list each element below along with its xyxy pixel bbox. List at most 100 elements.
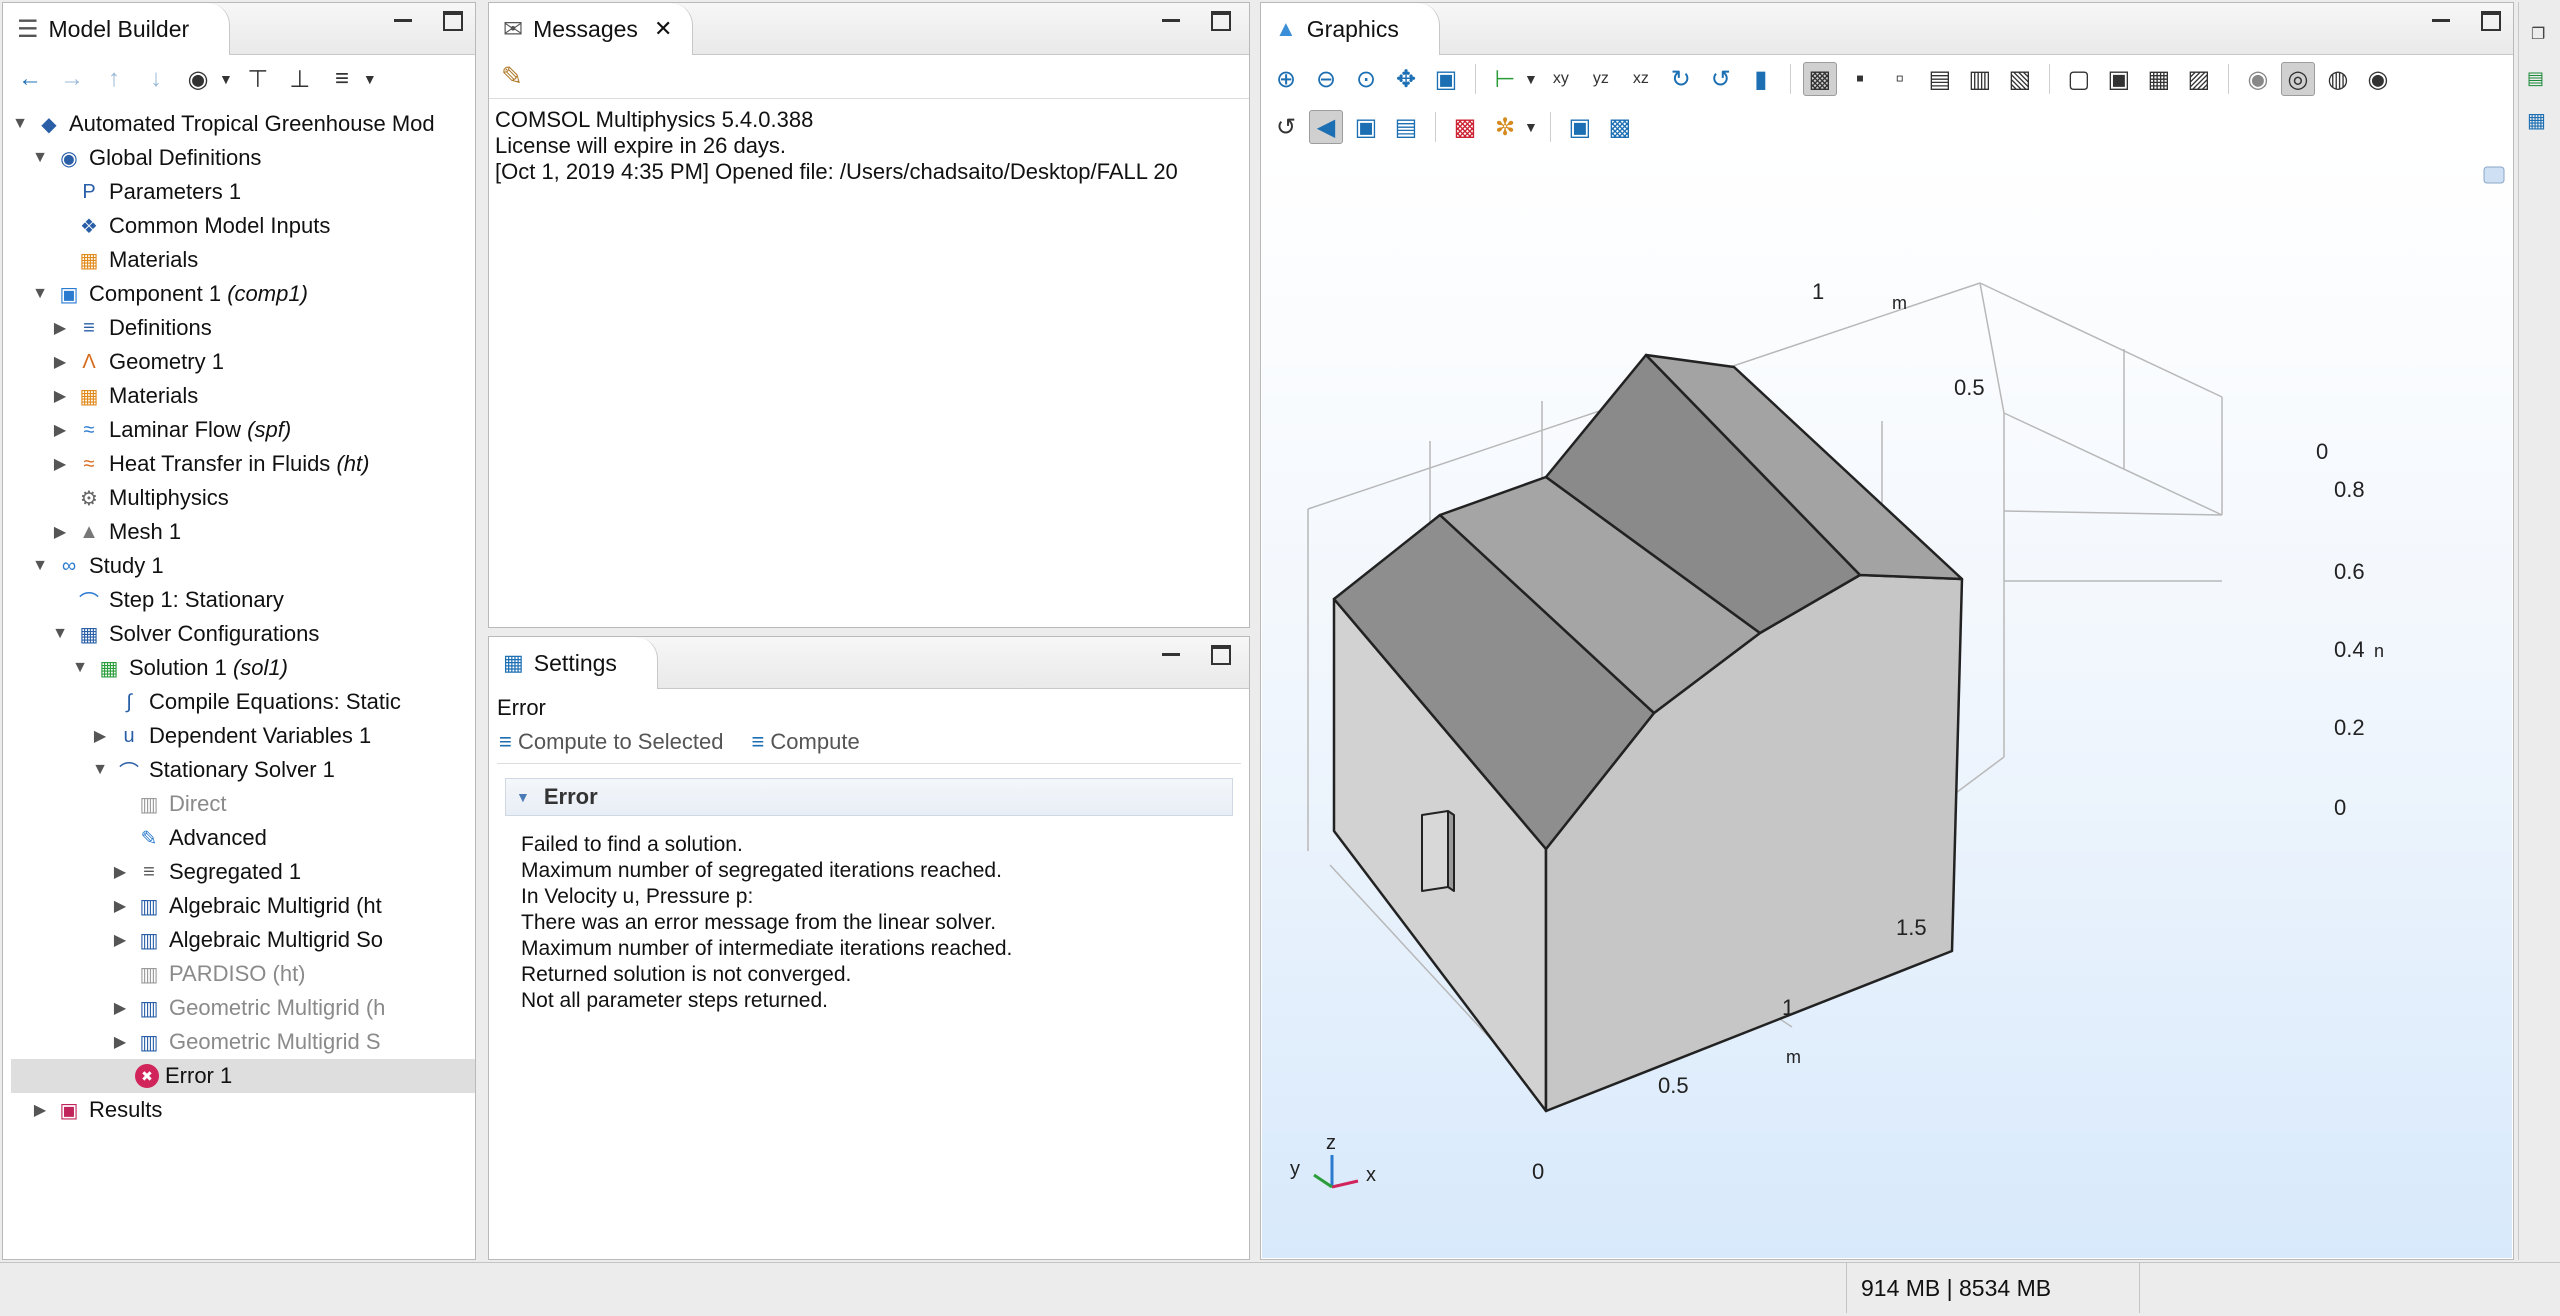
minimize-button[interactable] [1161, 11, 1181, 31]
geometry-canvas[interactable]: 1 m 0.5 0 0.8 0.6 0.4 n 0.2 0 1.5 1 m 0.… [1262, 151, 2514, 1259]
tree-item[interactable]: P Parameters 1 [11, 175, 475, 209]
tree-item[interactable]: ▶ u Dependent Variables 1 [11, 719, 475, 753]
tree-item[interactable]: ▼ ▦ Solver Configurations [11, 617, 475, 651]
tree-item[interactable]: ▦ Materials [11, 243, 475, 277]
graphics-viewport[interactable]: 1 m 0.5 0 0.8 0.6 0.4 n 0.2 0 1.5 1 m 0.… [1262, 151, 2512, 1258]
expand-icon[interactable]: ⊥ [283, 62, 317, 96]
select-domains-icon[interactable]: ▪ [1843, 62, 1877, 96]
select-all-icon[interactable]: ▣ [2102, 62, 2136, 96]
tree-item[interactable]: ▶ ≈ Heat Transfer in Fluids (ht) [11, 447, 475, 481]
chevron-right-icon[interactable]: ▶ [111, 862, 129, 882]
chevron-down-icon[interactable]: ▼ [31, 285, 49, 303]
chevron-right-icon[interactable]: ▶ [91, 726, 109, 746]
chevron-down-icon[interactable]: ▼ [363, 71, 377, 87]
chevron-down-icon[interactable]: ▼ [1524, 119, 1538, 135]
go-to-view-icon[interactable]: ▮ [1744, 62, 1778, 96]
yz-view-icon[interactable]: yz [1584, 62, 1618, 96]
tree-item[interactable]: ▶ ▥ Algebraic Multigrid So [11, 923, 475, 957]
chevron-right-icon[interactable]: ▶ [51, 318, 69, 338]
reset-hiding-icon[interactable]: ↺ [1269, 110, 1303, 144]
tree-item[interactable]: ▶ ▥ Geometric Multigrid S [11, 1025, 475, 1059]
maximize-button[interactable] [443, 11, 463, 31]
print-icon[interactable]: ▩ [1603, 110, 1637, 144]
tree-item[interactable]: ▼ ◆ Automated Tropical Greenhouse Mod [11, 107, 475, 141]
chevron-down-icon[interactable]: ▼ [219, 71, 233, 87]
clear-selection-icon[interactable]: ▦ [2142, 62, 2176, 96]
transparency-icon[interactable]: ▣ [1349, 110, 1383, 144]
graphics-tab[interactable]: ▲ Graphics [1261, 3, 1440, 55]
tree-item[interactable]: ∫ Compile Equations: Static [11, 685, 475, 719]
chevron-right-icon[interactable]: ▶ [111, 896, 129, 916]
tree-item[interactable]: ▶ ▲ Mesh 1 [11, 515, 475, 549]
tree-item[interactable]: ▼ ▦ Solution 1 (sol1) [11, 651, 475, 685]
messages-tab[interactable]: ✉ Messages ✕ [489, 3, 694, 55]
axis-orientation-icon[interactable]: ⊢ [1488, 62, 1522, 96]
tree-item[interactable]: ▶ ▦ Materials [11, 379, 475, 413]
tree-item[interactable]: ▶ ≈ Laminar Flow (spf) [11, 413, 475, 447]
hide-icon[interactable]: ◉ [2241, 62, 2275, 96]
rotate-cw-icon[interactable]: ↻ [1664, 62, 1698, 96]
minimize-button[interactable] [393, 11, 413, 31]
maximize-button[interactable] [1211, 645, 1231, 665]
chevron-right-icon[interactable]: ▶ [31, 1100, 49, 1120]
chevron-down-icon[interactable]: ▼ [31, 557, 49, 575]
select-points-icon[interactable]: ▥ [1963, 62, 1997, 96]
tree-item[interactable]: ▶ Λ Geometry 1 [11, 345, 475, 379]
chevron-right-icon[interactable]: ▶ [51, 522, 69, 542]
tree-item[interactable]: ✎ Advanced [11, 821, 475, 855]
show-icon[interactable]: ◉ [181, 62, 215, 96]
chevron-down-icon[interactable]: ▼ [91, 761, 109, 779]
door-panel[interactable] [1421, 810, 1449, 892]
model-builder-tab[interactable]: ☰ Model Builder [3, 3, 231, 55]
chevron-down-icon[interactable]: ▼ [71, 659, 89, 677]
chevron-right-icon[interactable]: ▶ [111, 930, 129, 950]
select-edges-icon[interactable]: ▤ [1923, 62, 1957, 96]
tree-item[interactable]: ✖ Error 1 [11, 1059, 475, 1093]
tree-item[interactable]: ▶ ▣ Results [11, 1093, 475, 1127]
move-down-icon[interactable]: ↓ [139, 62, 173, 96]
tree-item[interactable]: ⚙ Multiphysics [11, 481, 475, 515]
chevron-right-icon[interactable]: ▶ [51, 352, 69, 372]
tree-item[interactable]: ▶ ≡ Segregated 1 [11, 855, 475, 889]
zoom-out-icon[interactable]: ⊖ [1309, 62, 1343, 96]
chevron-right-icon[interactable]: ▶ [51, 454, 69, 474]
maximize-button[interactable] [2481, 11, 2501, 31]
render-mesh-icon[interactable]: ▩ [1448, 110, 1482, 144]
xy-view-icon[interactable]: xy [1544, 62, 1578, 96]
chevron-down-icon[interactable]: ▼ [31, 149, 49, 167]
wireframe-icon[interactable]: ▤ [1389, 110, 1423, 144]
list-icon[interactable]: ≡ [325, 62, 359, 96]
scene-light-icon[interactable]: ◀ [1309, 110, 1343, 144]
tree-item[interactable]: ▼ ◉ Global Definitions [11, 141, 475, 175]
back-icon[interactable]: ← [13, 62, 47, 96]
chevron-right-icon[interactable]: ▶ [51, 386, 69, 406]
error-section-header[interactable]: ▼ Error [505, 778, 1233, 816]
chevron-right-icon[interactable]: ▶ [111, 998, 129, 1018]
door-edge[interactable] [1447, 810, 1455, 892]
tree-item[interactable]: ❖ Common Model Inputs [11, 209, 475, 243]
chevron-right-icon[interactable]: ▶ [51, 420, 69, 440]
zoom-box-icon[interactable]: ⊙ [1349, 62, 1383, 96]
collapse-icon[interactable]: ⊤ [241, 62, 275, 96]
chevron-down-icon[interactable]: ▼ [11, 115, 29, 133]
clear-broom-icon[interactable]: ✎ [501, 61, 523, 91]
tree-item[interactable]: ⌒ Step 1: Stationary [11, 583, 475, 617]
select-objects-icon[interactable]: ▩ [1802, 62, 1837, 96]
select-boundaries-icon[interactable]: ▫ [1883, 62, 1917, 96]
tree-item[interactable]: ▼ ∞ Study 1 [11, 549, 475, 583]
zoom-selected-icon[interactable]: ✥ [1389, 62, 1423, 96]
minimize-button[interactable] [2431, 11, 2451, 31]
close-icon[interactable]: ✕ [654, 16, 672, 42]
xz-view-icon[interactable]: xz [1624, 62, 1658, 96]
maximize-button[interactable] [1211, 11, 1231, 31]
window-list-icon[interactable]: ▤ [2527, 68, 2544, 89]
forward-icon[interactable]: → [55, 62, 89, 96]
tree-item[interactable]: ▶ ≡ Definitions [11, 311, 475, 345]
restore-icon[interactable]: ❐ [2531, 24, 2545, 44]
camera-icon[interactable]: ▣ [1563, 110, 1597, 144]
zoom-in-icon[interactable]: ⊕ [1269, 62, 1303, 96]
tree-item[interactable]: ▥ PARDISO (ht) [11, 957, 475, 991]
chevron-right-icon[interactable]: ▶ [111, 1032, 129, 1052]
tree-item[interactable]: ▥ Direct [11, 787, 475, 821]
table-icon[interactable]: ▦ [2527, 108, 2546, 133]
